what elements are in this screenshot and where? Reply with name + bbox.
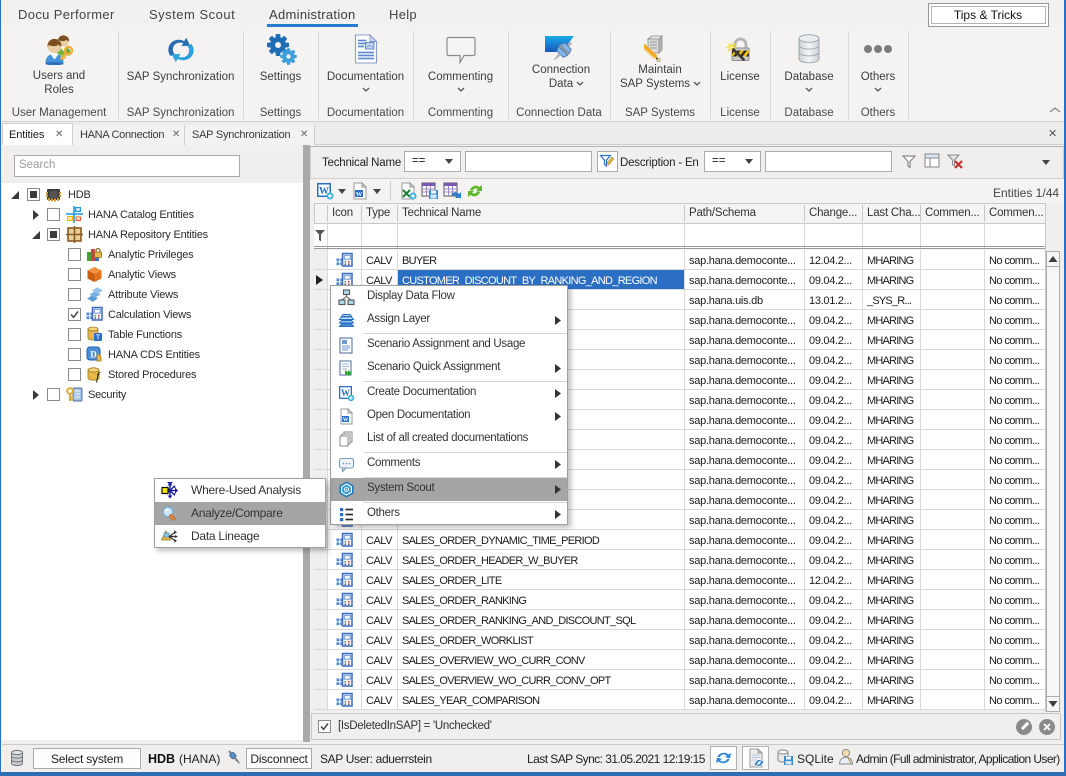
- svg-text:W: W: [343, 417, 349, 423]
- svg-text:f: f: [96, 369, 101, 383]
- svg-text:W: W: [356, 191, 363, 198]
- svg-text:T: T: [96, 333, 101, 342]
- svg-text:D: D: [90, 350, 97, 360]
